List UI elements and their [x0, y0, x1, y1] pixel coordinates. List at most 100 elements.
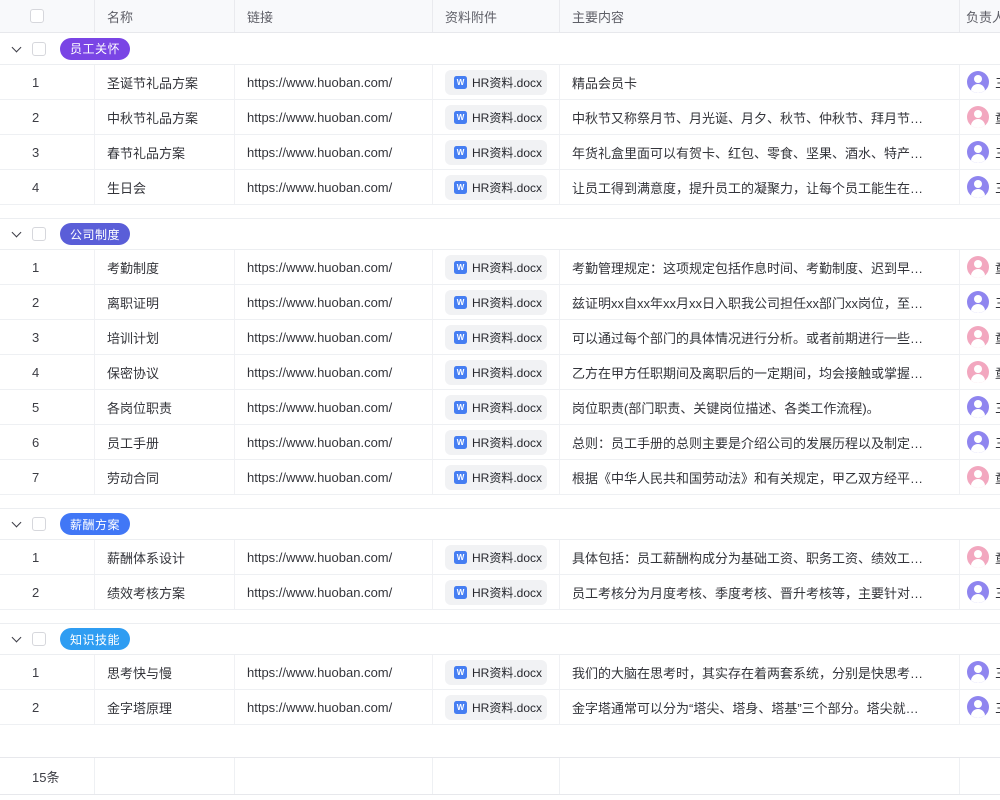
content-cell[interactable]: 岗位职责(部门职责、关键岗位描述、各类工作流程)。 — [560, 390, 960, 424]
attachment-chip[interactable]: HR资料.docx — [445, 695, 547, 720]
link-cell[interactable]: https://www.huoban.com/ — [235, 285, 433, 319]
attachment-cell[interactable]: HR资料.docx — [433, 690, 560, 724]
link-text[interactable]: https://www.huoban.com/ — [247, 110, 392, 125]
name-cell[interactable]: 中秋节礼品方案 — [95, 100, 235, 134]
name-cell[interactable]: 生日会 — [95, 170, 235, 204]
column-header-content[interactable]: 主要内容 — [560, 0, 960, 32]
attachment-chip[interactable]: HR资料.docx — [445, 545, 547, 570]
name-cell[interactable]: 金字塔原理 — [95, 690, 235, 724]
chevron-down-icon[interactable] — [12, 633, 22, 643]
attachment-cell[interactable]: HR资料.docx — [433, 250, 560, 284]
attachment-cell[interactable]: HR资料.docx — [433, 320, 560, 354]
attachment-cell[interactable]: HR资料.docx — [433, 285, 560, 319]
owner-cell[interactable]: 三 — [960, 390, 1000, 424]
content-cell[interactable]: 精品会员卡 — [560, 65, 960, 99]
owner-cell[interactable]: 三 — [960, 170, 1000, 204]
owner-cell[interactable]: 三 — [960, 425, 1000, 459]
name-cell[interactable]: 员工手册 — [95, 425, 235, 459]
link-cell[interactable]: https://www.huoban.com/ — [235, 540, 433, 574]
attachment-chip[interactable]: HR资料.docx — [445, 465, 547, 490]
link-text[interactable]: https://www.huoban.com/ — [247, 550, 392, 565]
name-cell[interactable]: 保密协议 — [95, 355, 235, 389]
owner-cell[interactable]: 三 — [960, 65, 1000, 99]
attachment-chip[interactable]: HR资料.docx — [445, 430, 547, 455]
attachment-chip[interactable]: HR资料.docx — [445, 105, 547, 130]
content-cell[interactable]: 中秋节又称祭月节、月光诞、月夕、秋节、仲秋节、拜月节… — [560, 100, 960, 134]
name-cell[interactable]: 圣诞节礼品方案 — [95, 65, 235, 99]
content-cell[interactable]: 总则：员工手册的总则主要是介绍公司的发展历程以及制定… — [560, 425, 960, 459]
content-cell[interactable]: 根据《中华人民共和国劳动法》和有关规定，甲乙双方经平… — [560, 460, 960, 494]
select-all-checkbox[interactable] — [30, 9, 44, 23]
content-cell[interactable]: 让员工得到满意度，提升员工的凝聚力，让每个员工能生在… — [560, 170, 960, 204]
attachment-cell[interactable]: HR资料.docx — [433, 575, 560, 609]
name-cell[interactable]: 培训计划 — [95, 320, 235, 354]
content-cell[interactable]: 兹证明xx自xx年xx月xx日入职我公司担任xx部门xx岗位，至… — [560, 285, 960, 319]
content-cell[interactable]: 乙方在甲方任职期间及离职后的一定期间，均会接触或掌握… — [560, 355, 960, 389]
attachment-chip[interactable]: HR资料.docx — [445, 360, 547, 385]
link-cell[interactable]: https://www.huoban.com/ — [235, 390, 433, 424]
group-checkbox[interactable] — [32, 42, 46, 56]
attachment-chip[interactable]: HR资料.docx — [445, 255, 547, 280]
attachment-cell[interactable]: HR资料.docx — [433, 65, 560, 99]
attachment-chip[interactable]: HR资料.docx — [445, 175, 547, 200]
link-text[interactable]: https://www.huoban.com/ — [247, 700, 392, 715]
name-cell[interactable]: 春节礼品方案 — [95, 135, 235, 169]
link-cell[interactable]: https://www.huoban.com/ — [235, 170, 433, 204]
owner-cell[interactable]: 童 — [960, 460, 1000, 494]
link-text[interactable]: https://www.huoban.com/ — [247, 400, 392, 415]
link-cell[interactable]: https://www.huoban.com/ — [235, 250, 433, 284]
owner-cell[interactable]: 童 — [960, 320, 1000, 354]
attachment-chip[interactable]: HR资料.docx — [445, 660, 547, 685]
name-cell[interactable]: 绩效考核方案 — [95, 575, 235, 609]
content-cell[interactable]: 可以通过每个部门的具体情况进行分析。或者前期进行一些… — [560, 320, 960, 354]
attachment-chip[interactable]: HR资料.docx — [445, 140, 547, 165]
attachment-chip[interactable]: HR资料.docx — [445, 70, 547, 95]
group-checkbox[interactable] — [32, 517, 46, 531]
attachment-chip[interactable]: HR资料.docx — [445, 395, 547, 420]
link-cell[interactable]: https://www.huoban.com/ — [235, 355, 433, 389]
chevron-down-icon[interactable] — [12, 42, 22, 52]
name-cell[interactable]: 思考快与慢 — [95, 655, 235, 689]
chevron-down-icon[interactable] — [12, 228, 22, 238]
owner-cell[interactable]: 童 — [960, 355, 1000, 389]
attachment-cell[interactable]: HR资料.docx — [433, 460, 560, 494]
link-cell[interactable]: https://www.huoban.com/ — [235, 575, 433, 609]
owner-cell[interactable]: 三 — [960, 690, 1000, 724]
column-header-owner[interactable]: 负责人 — [960, 0, 1000, 32]
owner-cell[interactable]: 三 — [960, 285, 1000, 319]
group-checkbox[interactable] — [32, 632, 46, 646]
link-text[interactable]: https://www.huoban.com/ — [247, 180, 392, 195]
link-text[interactable]: https://www.huoban.com/ — [247, 145, 392, 160]
name-cell[interactable]: 劳动合同 — [95, 460, 235, 494]
attachment-chip[interactable]: HR资料.docx — [445, 290, 547, 315]
attachment-cell[interactable]: HR资料.docx — [433, 425, 560, 459]
owner-cell[interactable]: 三 — [960, 575, 1000, 609]
content-cell[interactable]: 考勤管理规定：这项规定包括作息时间、考勤制度、迟到早… — [560, 250, 960, 284]
name-cell[interactable]: 考勤制度 — [95, 250, 235, 284]
link-cell[interactable]: https://www.huoban.com/ — [235, 320, 433, 354]
owner-cell[interactable]: 三 — [960, 655, 1000, 689]
column-header-attachment[interactable]: 资料附件 — [433, 0, 560, 32]
content-cell[interactable]: 员工考核分为月度考核、季度考核、晋升考核等，主要针对… — [560, 575, 960, 609]
name-cell[interactable]: 离职证明 — [95, 285, 235, 319]
name-cell[interactable]: 各岗位职责 — [95, 390, 235, 424]
attachment-cell[interactable]: HR资料.docx — [433, 170, 560, 204]
link-text[interactable]: https://www.huoban.com/ — [247, 260, 392, 275]
attachment-cell[interactable]: HR资料.docx — [433, 100, 560, 134]
owner-cell[interactable]: 童 — [960, 100, 1000, 134]
link-text[interactable]: https://www.huoban.com/ — [247, 330, 392, 345]
owner-cell[interactable]: 童 — [960, 540, 1000, 574]
owner-cell[interactable]: 三 — [960, 135, 1000, 169]
link-text[interactable]: https://www.huoban.com/ — [247, 365, 392, 380]
column-header-name[interactable]: 名称 — [95, 0, 235, 32]
attachment-cell[interactable]: HR资料.docx — [433, 355, 560, 389]
attachment-cell[interactable]: HR资料.docx — [433, 655, 560, 689]
link-text[interactable]: https://www.huoban.com/ — [247, 470, 392, 485]
chevron-down-icon[interactable] — [12, 518, 22, 528]
owner-cell[interactable]: 童 — [960, 250, 1000, 284]
content-cell[interactable]: 金字塔通常可以分为“塔尖、塔身、塔基”三个部分。塔尖就… — [560, 690, 960, 724]
attachment-cell[interactable]: HR资料.docx — [433, 390, 560, 424]
column-header-link[interactable]: 链接 — [235, 0, 433, 32]
attachment-cell[interactable]: HR资料.docx — [433, 135, 560, 169]
link-text[interactable]: https://www.huoban.com/ — [247, 665, 392, 680]
